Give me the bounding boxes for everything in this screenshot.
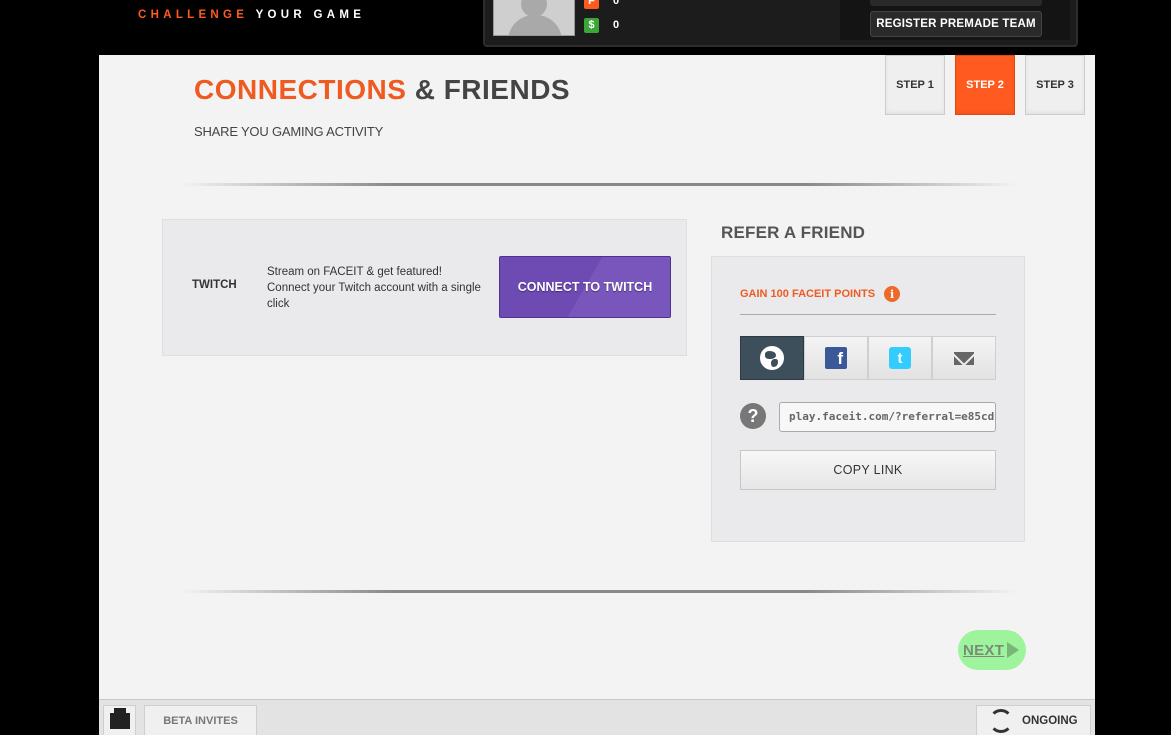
twitch-label: TWITCH: [192, 279, 237, 291]
refer-title: REFER A FRIEND: [721, 223, 866, 242]
dollar-icon: $: [584, 17, 599, 33]
menu-button-partial[interactable]: [870, 0, 1042, 6]
share-twitter-button[interactable]: t: [868, 336, 932, 380]
page-subtitle: SHARE YOU GAMING ACTIVITY: [194, 124, 384, 139]
sync-icon: [989, 708, 1013, 733]
next-label: NEXT: [963, 641, 1005, 659]
share-buttons: f t: [740, 336, 996, 380]
points-stat: F 0: [584, 0, 619, 10]
referral-link-field[interactable]: play.faceit.com/?referral=e85cd0: [779, 402, 996, 432]
profile-panel: F 0 $ 0 REGISTER PREMADE TEAM: [483, 0, 1078, 47]
tagline-highlight: CHALLENGE: [138, 9, 249, 21]
arrow-right-icon: [1007, 642, 1020, 658]
tagline: CHALLENGE YOUR GAME: [138, 9, 365, 21]
question-icon[interactable]: ?: [740, 403, 766, 429]
title-highlight: CONNECTIONS: [194, 74, 407, 105]
bottom-bar: BETA INVITES ONGOING: [99, 699, 1095, 735]
facebook-icon: f: [825, 347, 847, 369]
money-stat: $ 0: [584, 16, 619, 34]
step-1[interactable]: STEP 1: [885, 55, 945, 115]
refer-divider: [740, 314, 996, 315]
title-rest: & FRIENDS: [414, 74, 571, 105]
divider-top: [181, 183, 1017, 186]
globe-icon: [760, 346, 784, 370]
main-panel: CONNECTIONS & FRIENDS SHARE YOU GAMING A…: [99, 55, 1095, 700]
beta-invites-button[interactable]: BETA INVITES: [144, 705, 257, 735]
copy-link-button[interactable]: COPY LINK: [740, 450, 996, 490]
info-icon[interactable]: i: [884, 286, 901, 302]
gain-text: GAIN 100 FACEIT POINTS: [740, 288, 876, 300]
avatar[interactable]: [493, 0, 575, 36]
connect-to-twitch-button[interactable]: CONNECT TO TWITCH: [499, 256, 671, 318]
refer-card: GAIN 100 FACEIT POINTS i f t ? play.face…: [711, 256, 1025, 542]
gain-points: GAIN 100 FACEIT POINTS i: [740, 286, 901, 302]
money-value: 0: [613, 19, 620, 31]
share-facebook-button[interactable]: f: [804, 336, 868, 380]
twitch-card: TWITCH Stream on FACEIT & get featured! …: [162, 219, 687, 356]
step-3[interactable]: STEP 3: [1025, 55, 1085, 115]
twitch-description: Stream on FACEIT & get featured! Connect…: [267, 266, 481, 310]
tagline-rest: YOUR GAME: [255, 9, 366, 21]
mail-icon: [954, 351, 974, 365]
share-link-button[interactable]: [740, 336, 804, 380]
divider-bottom: [181, 590, 1017, 593]
ongoing-label: ONGOING: [1022, 714, 1078, 727]
inventory-icon: [109, 707, 130, 729]
inventory-button[interactable]: [103, 705, 136, 735]
team-panel: REGISTER PREMADE TEAM: [840, 0, 1070, 40]
next-button[interactable]: NEXT: [958, 630, 1026, 670]
share-email-button[interactable]: [932, 336, 996, 380]
points-value: 0: [613, 0, 620, 7]
step-2[interactable]: STEP 2: [955, 55, 1015, 115]
page-title: CONNECTIONS & FRIENDS: [194, 74, 570, 106]
step-indicator: STEP 1 STEP 2 STEP 3: [885, 55, 1085, 115]
faceit-points-icon: F: [584, 0, 599, 9]
page: CHALLENGE YOUR GAME F 0 $ 0 REGISTER PRE…: [0, 0, 1171, 735]
twitter-icon: t: [889, 347, 911, 369]
register-premade-team-button[interactable]: REGISTER PREMADE TEAM: [870, 11, 1042, 37]
top-bar: CHALLENGE YOUR GAME F 0 $ 0 REGISTER PRE…: [0, 0, 1171, 55]
ongoing-button[interactable]: ONGOING: [976, 705, 1091, 735]
